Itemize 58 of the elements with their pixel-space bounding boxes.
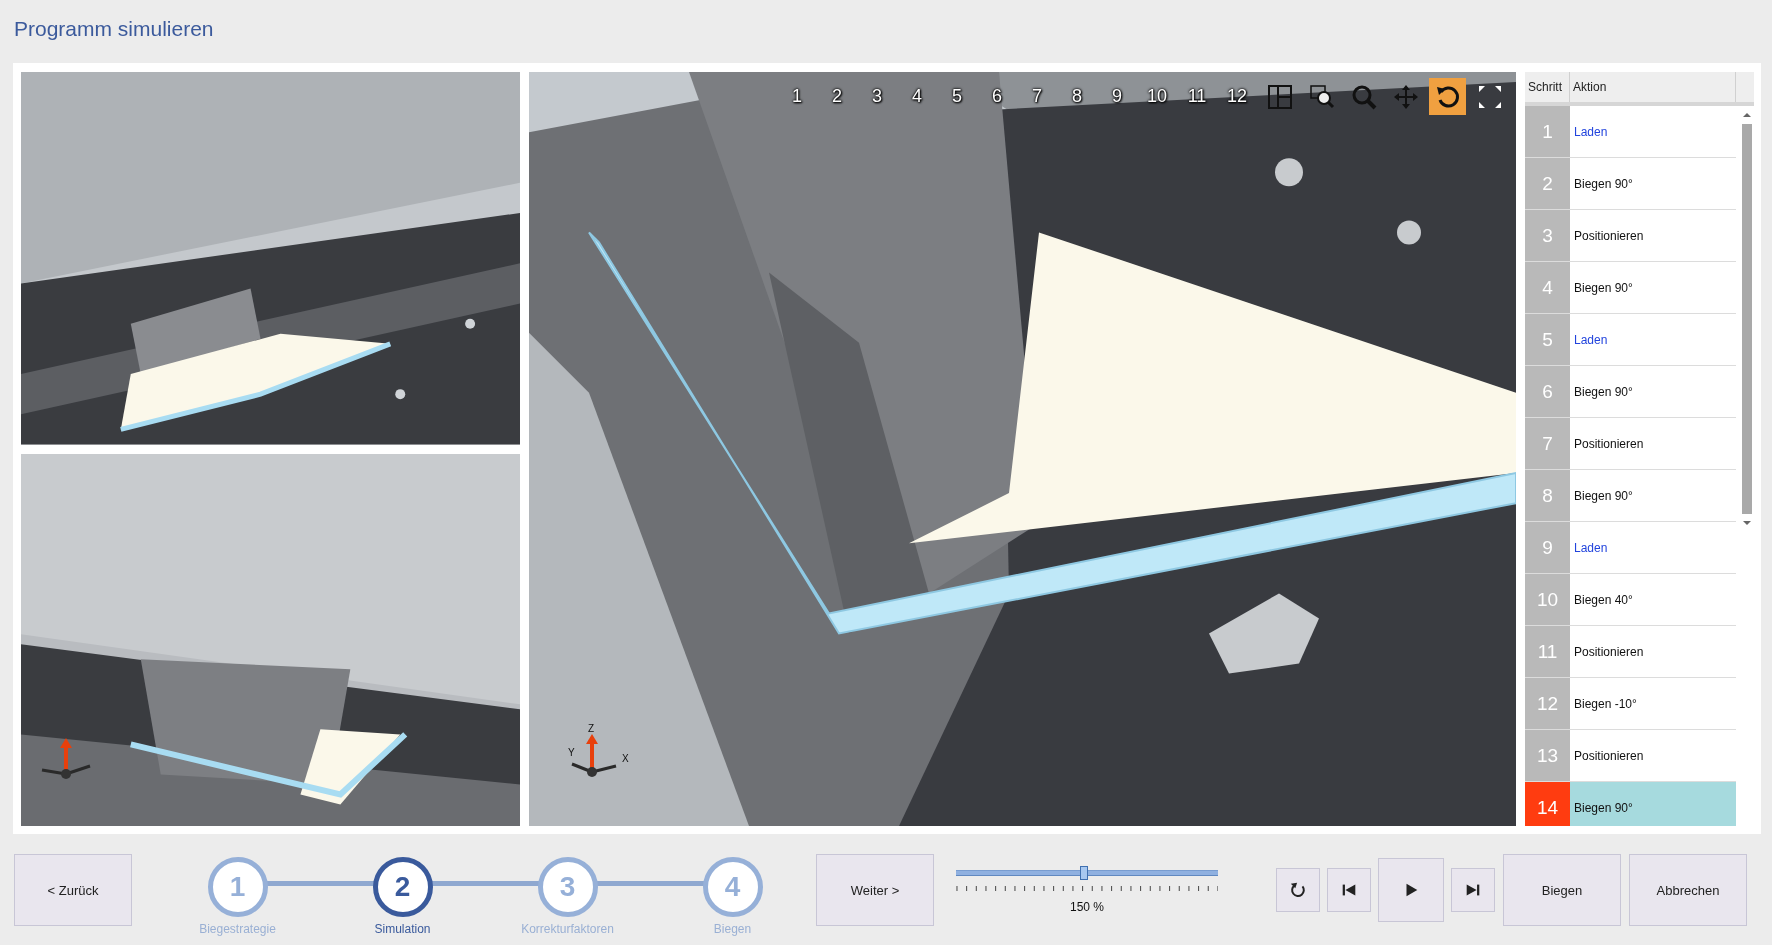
step-jump-button[interactable]: 10 [1138, 86, 1176, 107]
step-jump-button[interactable]: 8 [1058, 86, 1096, 107]
step-action[interactable]: Positionieren [1570, 730, 1736, 781]
wizard-step-label: Korrekturfaktoren [521, 922, 614, 936]
rotate-icon [1434, 83, 1461, 110]
scroll-down-icon[interactable] [1742, 520, 1752, 526]
step-action[interactable]: Biegen 90° [1570, 366, 1736, 417]
split-view-icon [1266, 83, 1293, 110]
step-jump-button[interactable]: 2 [818, 86, 856, 107]
step-action[interactable]: Biegen 90° [1570, 262, 1736, 313]
step-number[interactable]: 14 [1525, 782, 1570, 826]
wizard-step-label: Biegestrategie [199, 922, 276, 936]
step-action[interactable]: Biegen 40° [1570, 574, 1736, 625]
window-title: Programm simulieren [13, 16, 214, 42]
fullscreen-icon [1476, 83, 1503, 110]
action-button[interactable]: Biegen [1503, 854, 1621, 926]
slider-thumb[interactable] [1080, 866, 1089, 880]
zoom-window-icon [1308, 83, 1335, 110]
zoom-reading: 150 % [1069, 900, 1105, 914]
wizard-step-circle[interactable]: 3 [537, 857, 598, 917]
axis-label: X [622, 753, 629, 764]
step-jump-button[interactable]: 7 [1018, 86, 1056, 107]
step-action[interactable]: Laden [1570, 106, 1736, 157]
step-jump-button[interactable]: 6 [978, 86, 1016, 107]
action-button[interactable]: Abbrechen [1629, 854, 1747, 926]
step-jump-button[interactable]: 1 [778, 86, 816, 107]
search-icon [1350, 83, 1377, 110]
replay-button[interactable] [1276, 868, 1320, 912]
wizard-step-circle[interactable]: 4 [702, 857, 763, 917]
step-jump-button[interactable]: 4 [898, 86, 936, 107]
rotate-button[interactable] [1429, 78, 1466, 115]
step-action[interactable]: Positionieren [1570, 418, 1736, 469]
step-action[interactable]: Biegen 90° [1570, 158, 1736, 209]
step-jump-button[interactable]: 9 [1098, 86, 1136, 107]
axis-label: Y [568, 747, 575, 758]
move-arrows-icon [1392, 83, 1419, 110]
column-header: Schritt [1525, 72, 1570, 102]
next-button[interactable]: Weiter > [816, 854, 934, 926]
step-jump-button[interactable]: 3 [858, 86, 896, 107]
back-button[interactable]: < Zurück [14, 854, 132, 926]
wizard-step-label: Simulation [374, 922, 431, 936]
skip-to-start-button[interactable] [1327, 868, 1371, 912]
step-action[interactable]: Biegen 90° [1570, 470, 1736, 521]
step-action[interactable]: Positionieren [1570, 210, 1736, 261]
step-action[interactable]: Positionieren [1570, 626, 1736, 677]
axis-label: Z [588, 724, 595, 734]
scroll-up-icon[interactable] [1742, 112, 1752, 118]
step-jump-button[interactable]: 5 [938, 86, 976, 107]
step-action[interactable]: Biegen 90° [1570, 782, 1736, 826]
step-action[interactable]: Biegen -10° [1570, 678, 1736, 729]
step-action[interactable]: Laden [1570, 522, 1736, 573]
wizard-step-circle[interactable]: 2 [372, 857, 433, 917]
column-header: Aktion [1570, 72, 1736, 102]
wizard-step-label: Biegen [713, 922, 752, 936]
step-action[interactable]: Laden [1570, 314, 1736, 365]
replay-icon [1289, 881, 1307, 899]
skip-to-end-button[interactable] [1451, 868, 1495, 912]
wizard-step-circle[interactable]: 1 [207, 857, 268, 917]
